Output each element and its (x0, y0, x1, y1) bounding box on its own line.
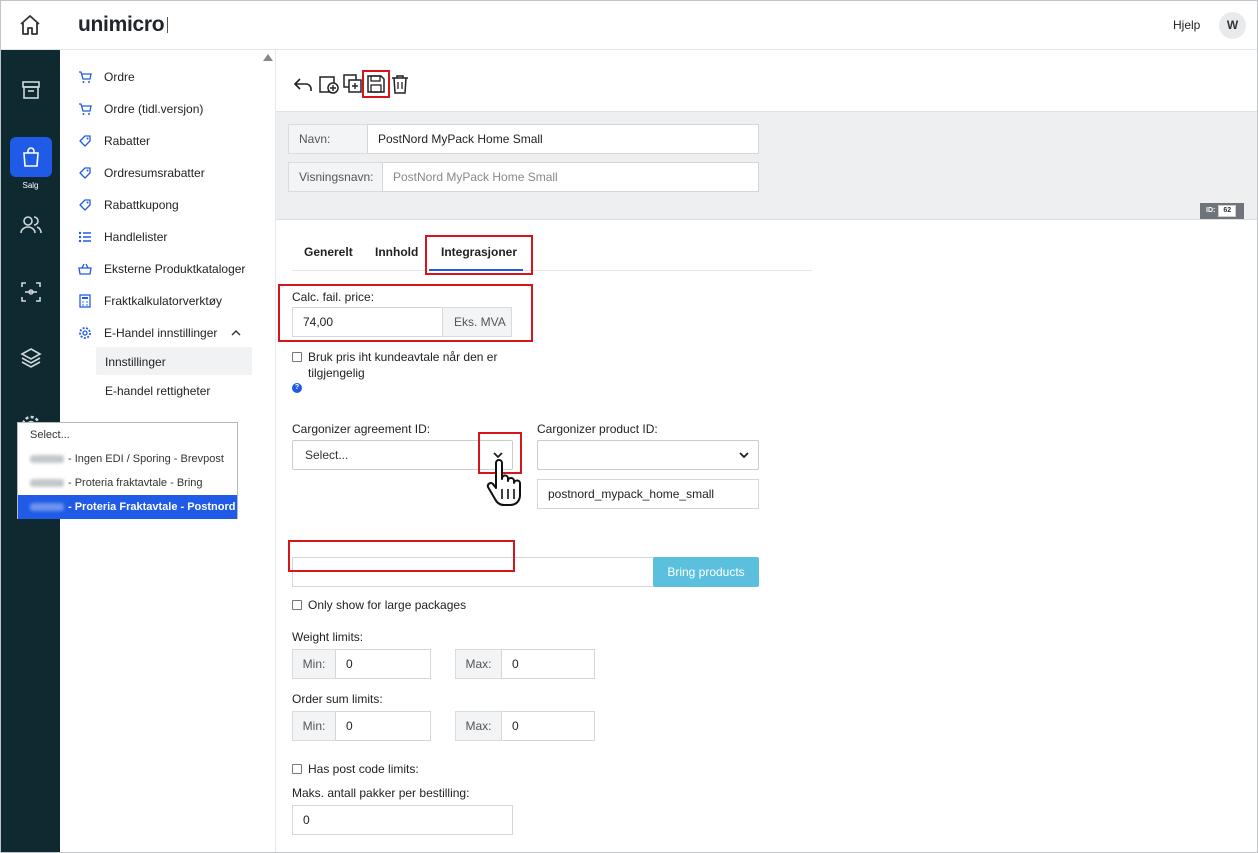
order-sum-limits-label: Order sum limits: (292, 692, 383, 706)
name-label: Navn: (288, 124, 368, 154)
form-area: Generelt Innhold Integrasjoner Calc. fai… (276, 221, 1257, 852)
weight-min-label: Min: (292, 649, 336, 679)
basket-icon (78, 263, 92, 275)
dropdown-option-selected[interactable]: - Proteria Fraktavtale - Postnord (18, 495, 237, 519)
tag-icon (79, 167, 91, 179)
menu-item-rabattkupong[interactable]: Rabattkupong (78, 195, 179, 215)
postcode-label: Has post code limits: (308, 762, 419, 776)
main-content: Navn: PostNord MyPack Home Small Visning… (276, 50, 1257, 852)
sum-max-input[interactable]: 0 (501, 711, 595, 741)
name-input[interactable]: PostNord MyPack Home Small (367, 124, 759, 154)
large-packages-checkbox[interactable] (292, 600, 302, 610)
agreement-select-value: Select... (305, 448, 349, 462)
calc-price-label: Calc. fail. price: (292, 290, 375, 304)
id-badge: ID: 62 (1200, 203, 1244, 219)
use-price-label-2: tilgjengelig (308, 366, 365, 380)
weight-limits-label: Weight limits: (292, 630, 364, 644)
cart-icon (79, 71, 92, 83)
menu-item-ehandel-innstillinger[interactable]: E-Handel innstillinger (78, 323, 253, 343)
layers-icon[interactable] (17, 344, 45, 372)
chevron-up-icon[interactable] (231, 328, 241, 338)
postcode-checkbox[interactable] (292, 764, 302, 774)
display-name-input[interactable]: PostNord MyPack Home Small (382, 162, 759, 192)
menu-item-fraktkalkulator[interactable]: Fraktkalkulatorverktøy (78, 291, 222, 311)
use-price-checkbox[interactable] (292, 352, 302, 362)
copy-icon[interactable] (342, 73, 364, 95)
home-icon[interactable] (17, 13, 43, 37)
submenu-ehandel-rettigheter[interactable]: E-handel rettigheter (105, 384, 210, 398)
hand-cursor-icon (486, 459, 521, 506)
tab-bar: Generelt Innhold Integrasjoner (292, 231, 812, 271)
tab-generelt[interactable]: Generelt (304, 245, 353, 259)
menu-item-label: Rabattkupong (104, 198, 179, 212)
trash-icon[interactable] (389, 73, 411, 95)
calculator-icon (79, 294, 91, 308)
highlight-save (362, 70, 390, 98)
agreement-dropdown-list: Select... - Ingen EDI / Sporing - Brevpo… (17, 422, 238, 519)
sum-min-label: Min: (292, 711, 336, 741)
calc-price-input[interactable]: 74,00 (292, 307, 443, 337)
top-bar: unimicro Hjelp W (1, 1, 1257, 50)
menu-item-label: E-Handel innstillinger (104, 326, 218, 340)
menu-item-ordresumsrabatter[interactable]: Ordresumsrabatter (78, 163, 205, 183)
menu-item-label: Ordre (tidl.versjon) (104, 102, 204, 116)
header-panel: Navn: PostNord MyPack Home Small Visning… (276, 112, 1257, 220)
dropdown-option[interactable]: Select... (18, 423, 237, 447)
menu-item-label: Ordresumsrabatter (104, 166, 205, 180)
menu-item-eksterne-produktkataloger[interactable]: Eksterne Produktkataloger (78, 259, 245, 279)
large-packages-label: Only show for large packages (308, 598, 467, 612)
undo-icon[interactable] (292, 73, 314, 95)
menu-item-handlelister[interactable]: Handlelister (78, 227, 167, 247)
bring-products-button[interactable]: Bring products (653, 557, 759, 587)
highlight-tab (425, 235, 533, 275)
chevron-down-icon (739, 452, 749, 459)
cart-icon (79, 103, 92, 115)
avatar[interactable]: W (1219, 12, 1246, 39)
submenu-innstillinger[interactable]: Innstillinger (105, 355, 166, 369)
max-packages-input[interactable]: 0 (292, 805, 513, 835)
weight-max-label: Max: (455, 649, 502, 679)
scan-icon[interactable] (17, 278, 45, 306)
shopping-bag-icon[interactable] (17, 143, 45, 171)
weight-max-input[interactable]: 0 (501, 649, 595, 679)
rail-label-salg: Salg (22, 181, 39, 190)
new-document-icon[interactable] (318, 73, 340, 95)
menu-item-label: Ordre (104, 70, 135, 84)
menu-item-ordre[interactable]: Ordre (78, 67, 135, 87)
help-icon[interactable]: ? (292, 383, 302, 393)
menu-item-ordre-tidl[interactable]: Ordre (tidl.versjon) (78, 99, 203, 119)
tag-icon (79, 199, 91, 211)
scroll-up-arrow[interactable] (263, 54, 273, 61)
logo: unimicro (78, 13, 169, 37)
help-link[interactable]: Hjelp (1173, 18, 1200, 32)
calc-price-suffix: Eks. MVA (442, 307, 512, 337)
tag-icon (79, 135, 91, 147)
menu-item-label: Fraktkalkulatorverktøy (104, 294, 223, 308)
use-price-label: Bruk pris iht kundeavtale når den er (308, 350, 498, 364)
sum-min-input[interactable]: 0 (335, 711, 431, 741)
gear-icon (79, 327, 91, 339)
sum-max-label: Max: (455, 711, 502, 741)
dropdown-option[interactable]: - Proteria fraktavtale - Bring (18, 471, 237, 495)
toolbar (276, 50, 1257, 112)
menu-item-rabatter[interactable]: Rabatter (78, 131, 150, 151)
tab-innhold[interactable]: Innhold (375, 245, 418, 259)
highlight-option (288, 540, 515, 572)
dropdown-option[interactable]: - Ingen EDI / Sporing - Brevpost (18, 447, 237, 471)
product-label: Cargonizer product ID: (537, 422, 658, 436)
app-window: unimicro Hjelp W Salg Ordre Ordre (tidl.… (0, 0, 1258, 853)
menu-item-label: Rabatter (104, 134, 151, 148)
users-icon[interactable] (17, 211, 45, 239)
menu-item-label: Eksterne Produktkataloger (104, 262, 246, 276)
max-packages-label: Maks. antall pakker per bestilling: (292, 786, 470, 800)
list-icon (78, 231, 91, 243)
archive-icon[interactable] (17, 76, 45, 104)
menu-item-label: Handlelister (104, 230, 168, 244)
agreement-label: Cargonizer agreement ID: (292, 422, 431, 436)
product-code-input[interactable]: postnord_mypack_home_small (537, 479, 759, 509)
product-select[interactable] (537, 440, 759, 470)
weight-min-input[interactable]: 0 (335, 649, 431, 679)
display-name-label: Visningsnavn: (288, 162, 383, 192)
